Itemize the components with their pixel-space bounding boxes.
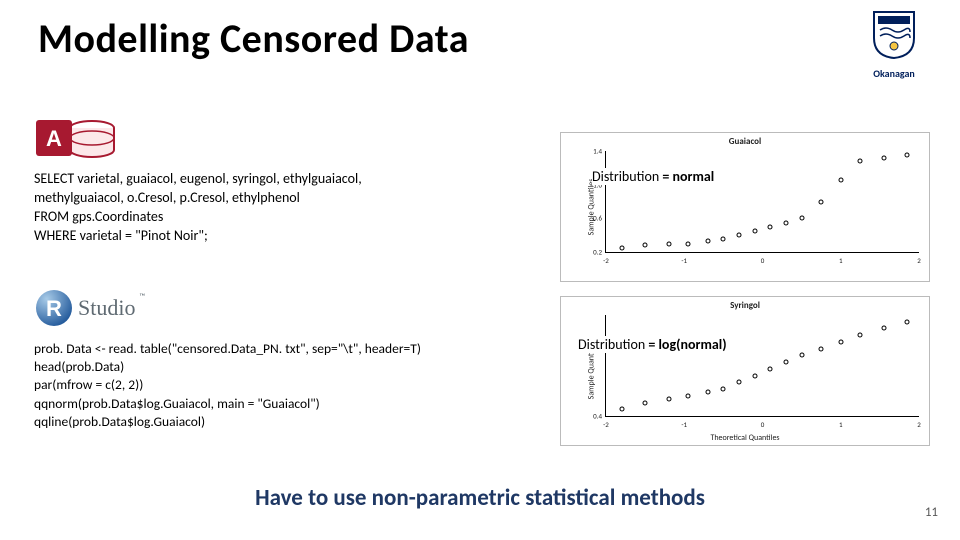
rstudio-ball-icon: R bbox=[34, 288, 74, 328]
x-tick: -1 bbox=[681, 256, 687, 265]
qq-plot-syringol: Syringol Sample Quantiles Theoretical Qu… bbox=[560, 296, 930, 446]
data-point bbox=[705, 390, 710, 395]
rstudio-label: Studio bbox=[78, 295, 135, 321]
data-point bbox=[799, 353, 804, 358]
data-point bbox=[799, 216, 804, 221]
svg-text:A: A bbox=[46, 126, 62, 151]
data-point bbox=[686, 393, 691, 398]
data-point bbox=[783, 360, 788, 365]
conclusion-text: Have to use non-parametric statistical m… bbox=[0, 484, 960, 512]
data-point bbox=[643, 400, 648, 405]
data-point bbox=[666, 397, 671, 402]
page-number: 11 bbox=[925, 505, 938, 520]
distribution-label-lognormal: Distribution = log(normal) bbox=[578, 336, 768, 353]
x-tick: -1 bbox=[681, 420, 687, 429]
sql-line: WHERE varietal = "Pinot Noir"; bbox=[34, 227, 474, 246]
x-tick: -2 bbox=[603, 420, 609, 429]
data-point bbox=[619, 245, 624, 250]
chart-title: Guaiacol bbox=[561, 136, 929, 147]
data-point bbox=[783, 220, 788, 225]
r-line: head(prob.Data) bbox=[34, 358, 514, 376]
data-point bbox=[752, 228, 757, 233]
x-tick: 1 bbox=[839, 256, 843, 265]
data-point bbox=[905, 319, 910, 324]
data-point bbox=[666, 241, 671, 246]
r-code-block: prob. Data <- read. table("censored.Data… bbox=[34, 340, 514, 431]
sql-line: SELECT varietal, guaiacol, eugenol, syri… bbox=[34, 170, 474, 189]
y-tick: 0.4 bbox=[586, 412, 602, 421]
data-point bbox=[858, 333, 863, 338]
distribution-label-normal: Distribution = normal bbox=[592, 168, 752, 185]
ubc-label: Okanagan bbox=[850, 67, 938, 80]
data-point bbox=[768, 366, 773, 371]
r-line: par(mfrow = c(2, 2)) bbox=[34, 376, 514, 394]
data-point bbox=[905, 153, 910, 158]
y-tick: 0.2 bbox=[586, 248, 602, 257]
r-line: prob. Data <- read. table("censored.Data… bbox=[34, 340, 514, 358]
chart-title: Syringol bbox=[561, 300, 929, 311]
sql-line: methylguaiacol, o.Cresol, p.Cresol, ethy… bbox=[34, 189, 474, 208]
data-point bbox=[858, 159, 863, 164]
y-tick: 1.4 bbox=[586, 147, 602, 156]
x-tick: 2 bbox=[917, 420, 921, 429]
slide: { "title": "Modelling Censored Data", "l… bbox=[0, 0, 960, 540]
x-tick: 1 bbox=[839, 420, 843, 429]
data-point bbox=[752, 373, 757, 378]
data-point bbox=[819, 199, 824, 204]
data-point bbox=[643, 243, 648, 248]
x-tick: 0 bbox=[761, 256, 765, 265]
data-point bbox=[819, 346, 824, 351]
ubc-logo: Okanagan bbox=[850, 10, 938, 80]
rstudio-logo: R Studio ™ bbox=[34, 288, 174, 328]
ubc-crest-icon bbox=[872, 10, 916, 60]
y-tick: 0.6 bbox=[586, 214, 602, 223]
data-point bbox=[838, 178, 843, 183]
data-point bbox=[686, 241, 691, 246]
data-point bbox=[705, 239, 710, 244]
sql-line: FROM gps.Coordinates bbox=[34, 208, 474, 227]
data-point bbox=[619, 407, 624, 412]
x-tick: -2 bbox=[603, 256, 609, 265]
x-tick: 0 bbox=[761, 420, 765, 429]
sql-code-block: SELECT varietal, guaiacol, eugenol, syri… bbox=[34, 170, 474, 246]
data-point bbox=[881, 326, 886, 331]
data-point bbox=[737, 380, 742, 385]
qq-plot-guaiacol: Guaiacol Sample Quantiles 0.20.61.01.4-2… bbox=[560, 132, 930, 282]
data-point bbox=[838, 339, 843, 344]
ms-access-icon: A bbox=[34, 114, 120, 162]
data-point bbox=[721, 237, 726, 242]
data-point bbox=[737, 233, 742, 238]
x-tick: 2 bbox=[917, 256, 921, 265]
chart-xlabel: Theoretical Quantiles bbox=[561, 433, 929, 443]
svg-text:R: R bbox=[46, 296, 62, 321]
data-point bbox=[768, 224, 773, 229]
r-line: qqline(prob.Data$log.Guaiacol) bbox=[34, 413, 514, 431]
page-title: Modelling Censored Data bbox=[38, 14, 469, 63]
data-point bbox=[881, 155, 886, 160]
r-line: qqnorm(prob.Data$log.Guaiacol, main = "G… bbox=[34, 395, 514, 413]
data-point bbox=[721, 387, 726, 392]
